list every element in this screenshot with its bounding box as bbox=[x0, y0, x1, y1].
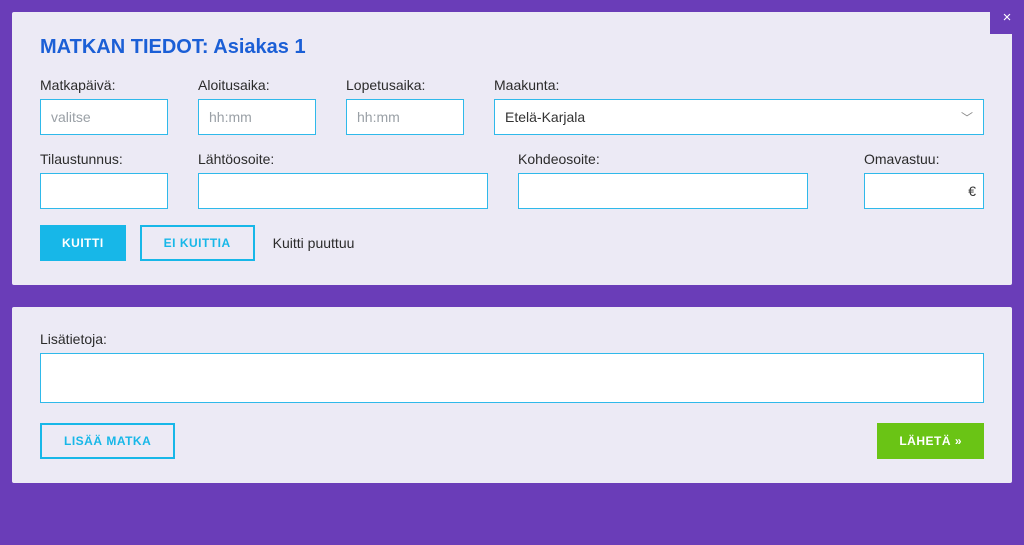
field-kohdeosoite: Kohdeosoite: bbox=[518, 151, 808, 209]
field-lopetusaika: Lopetusaika: bbox=[346, 77, 464, 135]
omavastuu-input[interactable] bbox=[864, 173, 984, 209]
footer-button-row: LISÄÄ MATKA LÄHETÄ » bbox=[40, 423, 984, 459]
lisatietoja-textarea[interactable] bbox=[40, 353, 984, 403]
label-omavastuu: Omavastuu: bbox=[864, 151, 984, 167]
panel-title: MATKAN TIEDOT: Asiakas 1 bbox=[40, 36, 984, 59]
row-1: Matkapäivä: Aloitusaika: Lopetusaika: Ma… bbox=[40, 77, 984, 135]
label-lisatietoja: Lisätietoja: bbox=[40, 331, 984, 347]
label-matkapaiva: Matkapäivä: bbox=[40, 77, 168, 93]
field-maakunta: Maakunta: Etelä-Karjala ﹀ bbox=[494, 77, 984, 135]
field-lahtoosoite: Lähtöosoite: bbox=[198, 151, 488, 209]
field-omavastuu: Omavastuu: € bbox=[864, 151, 984, 209]
tilaustunnus-input[interactable] bbox=[40, 173, 168, 209]
field-tilaustunnus: Tilaustunnus: bbox=[40, 151, 168, 209]
label-lopetusaika: Lopetusaika: bbox=[346, 77, 464, 93]
row-2: Tilaustunnus: Lähtöosoite: Kohdeosoite: … bbox=[40, 151, 984, 209]
receipt-button-row: KUITTI EI KUITTIA Kuitti puuttuu bbox=[40, 225, 984, 261]
laheta-button[interactable]: LÄHETÄ » bbox=[877, 423, 984, 459]
field-aloitusaika: Aloitusaika: bbox=[198, 77, 316, 135]
kohdeosoite-input[interactable] bbox=[518, 173, 808, 209]
maakunta-selected-value: Etelä-Karjala bbox=[505, 109, 585, 125]
maakunta-select[interactable]: Etelä-Karjala ﹀ bbox=[494, 99, 984, 135]
lahtoosoite-input[interactable] bbox=[198, 173, 488, 209]
label-maakunta: Maakunta: bbox=[494, 77, 984, 93]
field-matkapaiva: Matkapäivä: bbox=[40, 77, 168, 135]
close-button[interactable]: × bbox=[990, 0, 1024, 34]
label-kohdeosoite: Kohdeosoite: bbox=[518, 151, 808, 167]
close-icon: × bbox=[1003, 9, 1012, 26]
additional-info-panel: Lisätietoja: LISÄÄ MATKA LÄHETÄ » bbox=[12, 307, 1012, 483]
label-aloitusaika: Aloitusaika: bbox=[198, 77, 316, 93]
lopetusaika-input[interactable] bbox=[346, 99, 464, 135]
label-tilaustunnus: Tilaustunnus: bbox=[40, 151, 168, 167]
label-lahtoosoite: Lähtöosoite: bbox=[198, 151, 488, 167]
lisaa-matka-button[interactable]: LISÄÄ MATKA bbox=[40, 423, 175, 459]
kuitti-status-text: Kuitti puuttuu bbox=[273, 235, 355, 251]
aloitusaika-input[interactable] bbox=[198, 99, 316, 135]
trip-details-panel: × MATKAN TIEDOT: Asiakas 1 Matkapäivä: A… bbox=[12, 12, 1012, 285]
field-lisatietoja: Lisätietoja: bbox=[40, 331, 984, 403]
ei-kuittia-button[interactable]: EI KUITTIA bbox=[140, 225, 255, 261]
chevron-down-icon: ﹀ bbox=[961, 109, 973, 126]
kuitti-button[interactable]: KUITTI bbox=[40, 225, 126, 261]
matkapaiva-input[interactable] bbox=[40, 99, 168, 135]
